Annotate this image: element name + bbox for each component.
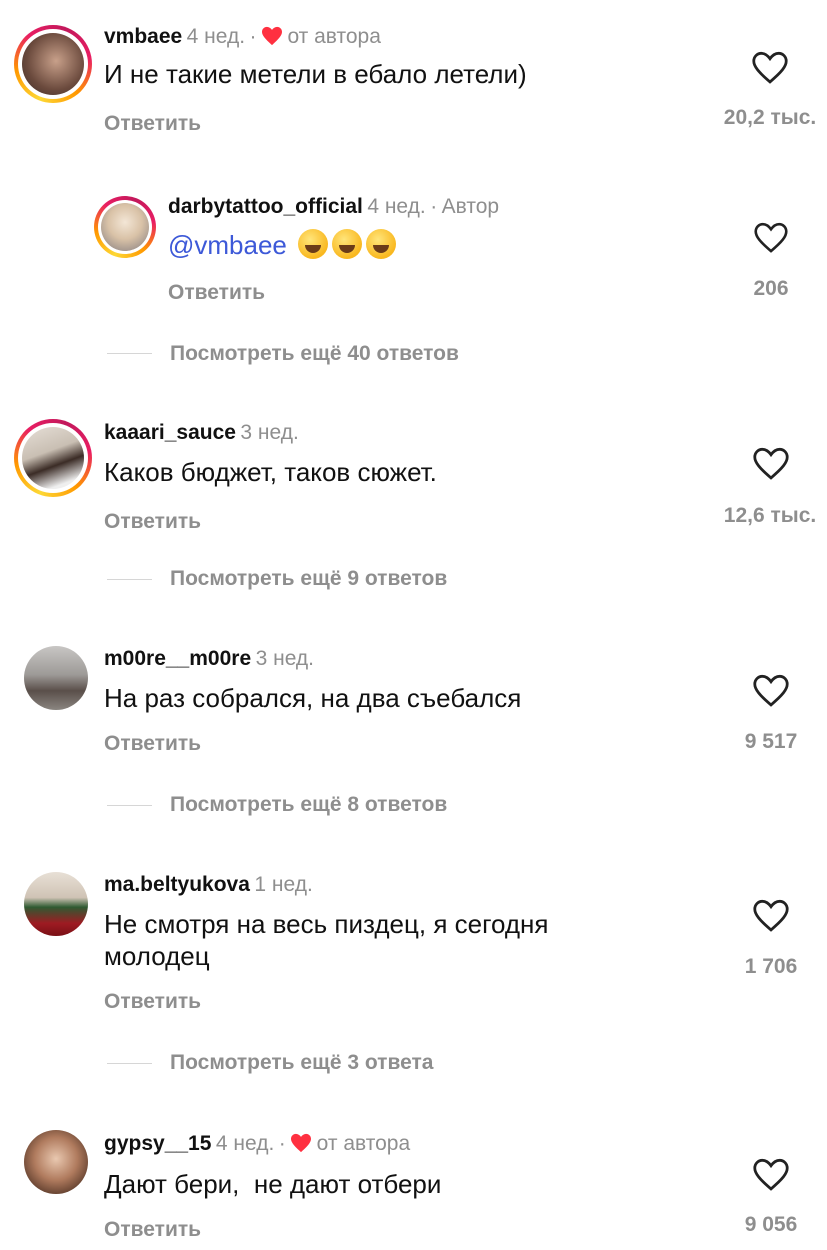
like-button[interactable] [752,899,790,933]
comment-time: 4 нед. [367,195,426,218]
reply-button[interactable]: Ответить [104,1218,201,1242]
divider [107,579,152,580]
separator: · [249,25,257,48]
heart-outline-icon [752,51,788,84]
avatar[interactable] [24,872,88,936]
avatar[interactable] [24,1130,88,1194]
author-liked-label: от автора [287,25,381,48]
reply-button[interactable]: Ответить [168,281,265,305]
laughing-emoji-icon [332,229,363,259]
heart-outline-icon [753,899,789,932]
comment-time: 4 нед. [215,1132,275,1155]
heart-filled-icon [290,1133,312,1158]
comment-text: Дают бери, не дают отбери [104,1169,442,1199]
laughing-emoji-icon [298,229,329,259]
view-more-replies-button[interactable]: Посмотреть ещё 9 ответов [170,567,447,591]
comment-text: Каков бюджет, таков сюжет. [104,457,437,487]
avatar[interactable] [94,196,156,258]
avatar[interactable] [14,419,92,497]
like-button[interactable] [752,1158,790,1192]
heart-filled-icon [261,26,283,51]
avatar[interactable] [24,646,88,710]
comment-username[interactable]: gypsy__15 [104,1132,211,1155]
reply-button[interactable]: Ответить [104,990,201,1014]
view-more-replies-button[interactable]: Посмотреть ещё 40 ответов [170,342,459,366]
comment-time: 4 нед. [186,25,246,48]
comment-text: На раз собрался, на два съебался [104,683,522,713]
like-count: 206 [753,277,789,300]
comment-time: 1 нед. [254,873,313,896]
comment-time: 3 нед. [240,421,299,444]
like-button[interactable] [752,447,790,481]
view-more-replies-button[interactable]: Посмотреть ещё 8 ответов [170,793,447,817]
heart-outline-icon [753,674,789,707]
author-badge: Автор [441,195,500,218]
comment-username[interactable]: vmbaee [104,25,182,48]
heart-outline-icon [754,222,788,253]
comment-time: 3 нед. [255,647,314,670]
like-count: 20,2 тыс. [723,106,817,129]
view-more-replies-button[interactable]: Посмотреть ещё 3 ответа [170,1051,433,1075]
like-count: 9 056 [744,1213,798,1236]
separator: · [278,1132,286,1155]
heart-outline-icon [753,1158,789,1191]
comment-username[interactable]: darbytattoo_official [168,195,363,218]
laughing-emoji-icon [366,229,397,259]
divider [107,805,152,806]
heart-outline-icon [753,447,789,480]
mention-link[interactable]: @vmbaee [168,230,287,260]
like-count: 9 517 [744,730,798,753]
reply-button[interactable]: Ответить [104,112,201,136]
like-count: 1 706 [744,955,798,978]
reply-button[interactable]: Ответить [104,510,201,534]
author-liked-label: от автора [316,1132,411,1155]
like-count: 12,6 тыс. [723,504,817,527]
avatar[interactable] [14,25,92,103]
like-button[interactable] [752,674,790,708]
divider [107,353,152,354]
comment-username[interactable]: kaaari_sauce [104,421,236,444]
reply-button[interactable]: Ответить [104,732,201,756]
comment-username[interactable]: m00re__m00re [104,647,251,670]
divider [107,1063,152,1064]
like-button[interactable] [753,222,789,254]
comment-text-line: молодец [104,941,210,971]
separator: · [430,195,438,218]
comment-username[interactable]: ma.beltyukova [104,873,250,896]
like-button[interactable] [751,51,789,85]
comment-text-line: Не смотря на весь пиздец, я сегодня [104,909,549,939]
comment-text: И не такие метели в ебало летели) [104,59,527,89]
